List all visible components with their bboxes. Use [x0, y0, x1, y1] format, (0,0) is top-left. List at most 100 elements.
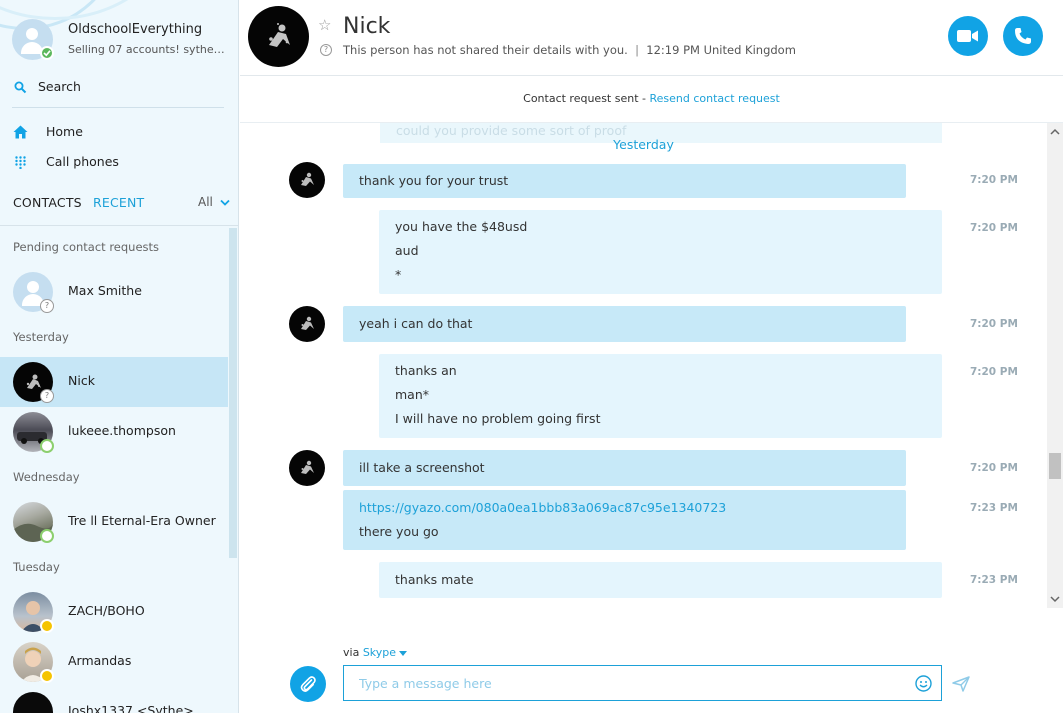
contact-info-text: This person has not shared their details…: [343, 43, 628, 57]
message-timestamp: 7:20 PM: [970, 174, 1018, 186]
contact-item-joshx1337[interactable]: Joshx1337 <Sythe>: [0, 687, 228, 713]
message-composer: via Skype: [240, 608, 1063, 713]
message-bubble[interactable]: ill take a screenshot: [343, 450, 906, 486]
search-box[interactable]: Search: [12, 76, 224, 108]
contact-name: Armandas: [68, 653, 132, 668]
emoticon-icon[interactable]: [915, 675, 932, 692]
contact-item-max-smithe[interactable]: ? Max Smithe: [0, 267, 228, 317]
message-text: thanks mate: [395, 572, 474, 587]
contact-item-lukeee-thompson[interactable]: lukeee.thompson: [0, 407, 228, 457]
sender-avatar[interactable]: [289, 450, 325, 486]
section-header-yesterday: Yesterday: [13, 330, 69, 344]
contact-avatar: [13, 692, 53, 713]
contact-name: Joshx1337 <Sythe>: [68, 703, 194, 713]
scroll-up-arrow-icon[interactable]: [1047, 125, 1063, 139]
attach-button[interactable]: [290, 666, 326, 702]
message-text: yeah i can do that: [359, 316, 473, 331]
nav-home[interactable]: Home: [12, 121, 222, 145]
message-text: I will have no problem going first: [395, 411, 601, 426]
contact-item-nick[interactable]: ? Nick: [0, 357, 228, 407]
contact-item-zach-boho[interactable]: ZACH/BOHO: [0, 587, 228, 637]
via-label: via: [343, 646, 363, 659]
offline-status-icon: [40, 529, 54, 543]
search-label: Search: [38, 79, 81, 94]
day-separator: Yesterday: [613, 137, 674, 152]
tab-recent[interactable]: RECENT: [93, 195, 144, 210]
message-timestamp: 7:20 PM: [970, 462, 1018, 474]
audio-call-button[interactable]: [1003, 16, 1043, 56]
offline-status-icon: [40, 439, 54, 453]
contact-name: Nick: [68, 373, 95, 388]
pending-status-icon: ?: [40, 389, 54, 403]
contact-name: Tre ll Eternal-Era Owner: [68, 513, 216, 528]
video-call-button[interactable]: [948, 16, 988, 56]
contact-request-bar: Contact request sent - Resend contact re…: [240, 77, 1063, 123]
filter-dropdown[interactable]: All: [198, 195, 230, 209]
sender-avatar[interactable]: [289, 162, 325, 198]
contact-request-notice: Contact request sent - Resend contact re…: [240, 92, 1063, 105]
section-header-pending: Pending contact requests: [13, 240, 160, 254]
contact-name: Max Smithe: [68, 283, 142, 298]
message-text: ill take a screenshot: [359, 460, 485, 475]
message-bubble[interactable]: you have the $48usd aud *: [379, 210, 942, 294]
message-bubble[interactable]: thank you for your trust: [343, 164, 906, 198]
message-bubble[interactable]: yeah i can do that: [343, 306, 906, 342]
via-service: Skype: [362, 646, 397, 659]
resend-contact-request-link[interactable]: Resend contact request: [650, 92, 780, 105]
message-bubble[interactable]: thanks an man* I will have no problem go…: [379, 354, 942, 438]
chevron-down-icon: [399, 650, 408, 656]
message-timestamp: 7:23 PM: [970, 502, 1018, 514]
contact-name: ZACH/BOHO: [68, 603, 145, 618]
contact-name: lukeee.thompson: [68, 423, 176, 438]
contact-local-time: 12:19 PM United Kingdom: [646, 43, 796, 57]
message-timestamp: 7:20 PM: [970, 222, 1018, 234]
message-timestamp: 7:23 PM: [970, 574, 1018, 586]
message-text: *: [395, 267, 402, 282]
section-header-tuesday: Tuesday: [13, 560, 60, 574]
send-via-selector[interactable]: via Skype: [343, 646, 408, 659]
profile-name[interactable]: OldschoolEverything: [68, 22, 202, 37]
message-text: man*: [395, 387, 430, 402]
message-text: thanks an: [395, 363, 457, 378]
scrollbar-thumb[interactable]: [1049, 453, 1061, 479]
contact-item-armandas[interactable]: Armandas: [0, 637, 228, 687]
scroll-down-arrow-icon[interactable]: [1047, 592, 1063, 606]
tab-contacts[interactable]: CONTACTS: [13, 195, 82, 210]
contact-tabs: CONTACTS RECENT All: [0, 190, 238, 226]
sender-avatar[interactable]: [289, 306, 325, 342]
message-text: aud: [395, 243, 419, 258]
dialpad-icon: [15, 156, 26, 169]
contact-list-scrollbar[interactable]: [229, 228, 237, 558]
message-bubble[interactable]: thanks mate: [379, 562, 942, 598]
away-status-icon: [40, 619, 54, 633]
video-camera-icon: [957, 30, 978, 42]
phone-icon: [1015, 28, 1031, 44]
message-input[interactable]: [343, 665, 942, 701]
nav-call-phones-label: Call phones: [46, 154, 119, 169]
filter-label: All: [198, 195, 213, 209]
chat-scrollbar[interactable]: [1047, 123, 1063, 608]
sidebar: OldschoolEverything Selling 07 accounts!…: [0, 0, 239, 713]
message-timestamp: 7:20 PM: [970, 366, 1018, 378]
contact-item-tre-ll[interactable]: Tre ll Eternal-Era Owner: [0, 497, 228, 547]
message-text: you have the $48usd: [395, 219, 528, 234]
message-timestamp: 7:20 PM: [970, 318, 1018, 330]
conversation-header: ☆ Nick ? This person has not shared thei…: [240, 0, 1063, 76]
online-status-icon: [40, 46, 54, 60]
contact-info-line: This person has not shared their details…: [343, 43, 796, 57]
home-icon: [13, 125, 28, 139]
profile-header[interactable]: OldschoolEverything Selling 07 accounts!…: [0, 0, 238, 76]
message-text: thank you for your trust: [359, 173, 509, 188]
message-text: there you go: [359, 524, 439, 539]
favorite-star-icon[interactable]: ☆: [318, 16, 331, 34]
message-history[interactable]: could you provide some sort of proof Yes…: [240, 123, 1047, 608]
help-icon: ?: [320, 44, 332, 56]
scrolled-message-text: could you provide some sort of proof: [396, 123, 627, 138]
message-bubble[interactable]: https://gyazo.com/080a0ea1bbb83a069ac87c…: [343, 490, 906, 550]
nav-call-phones[interactable]: Call phones: [12, 151, 222, 175]
profile-mood-message[interactable]: Selling 07 accounts! sythe:Oldschoolever…: [68, 43, 228, 56]
section-header-wednesday: Wednesday: [13, 470, 80, 484]
send-icon[interactable]: [952, 675, 970, 693]
contact-avatar-large[interactable]: [248, 6, 309, 67]
message-link[interactable]: https://gyazo.com/080a0ea1bbb83a069ac87c…: [359, 496, 890, 520]
